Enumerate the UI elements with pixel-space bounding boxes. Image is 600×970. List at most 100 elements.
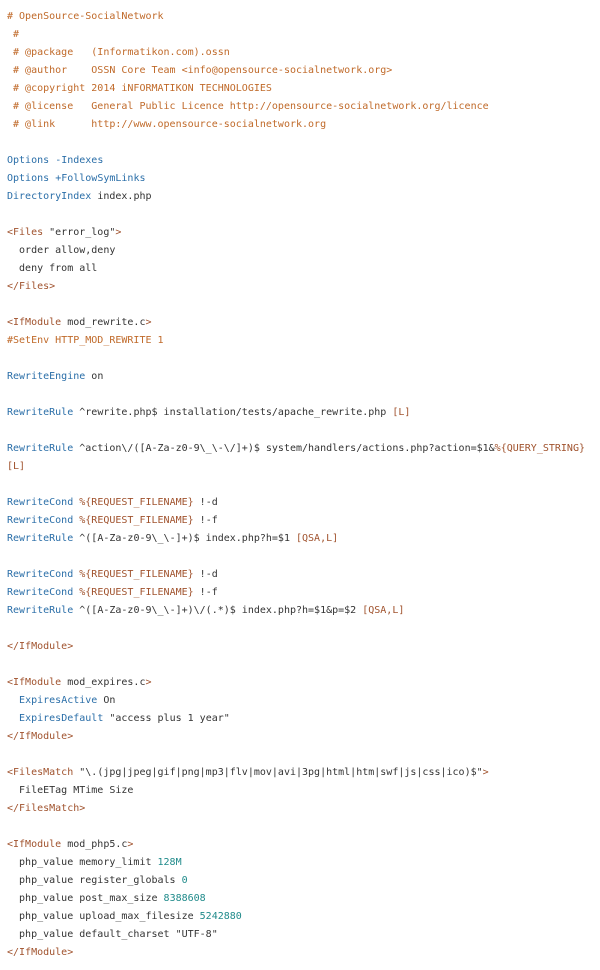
code-token-comment: # @package (Informatikon.com).ossn (7, 47, 230, 58)
code-token-plain: !-f (193, 587, 218, 598)
code-token-plain: mod_rewrite.c (61, 317, 146, 328)
code-line: ExpiresDefault "access plus 1 year" (7, 710, 597, 728)
code-token-directive: RewriteEngine (7, 371, 86, 382)
code-line: # @author OSSN Core Team <info@opensourc… (7, 62, 597, 80)
code-token-directive: Options (7, 173, 50, 184)
code-line: <IfModule mod_expires.c> (7, 674, 597, 692)
code-token-tag: </IfModule> (7, 731, 74, 742)
code-token-plain: "access plus 1 year" (103, 713, 230, 724)
code-token-directive: ExpiresActive (19, 695, 98, 706)
code-token-tag: <IfModule (7, 677, 62, 688)
code-token-tag: </IfModule> (7, 641, 74, 652)
code-line: php_value register_globals 0 (7, 872, 597, 890)
code-token-directive: RewriteRule (7, 605, 74, 616)
code-token-flag: [QSA,L] (296, 533, 339, 544)
code-token-directive: DirectoryIndex (7, 191, 92, 202)
code-token-comment: # @license General Public Licence http:/… (7, 101, 489, 112)
code-line: #SetEnv HTTP_MOD_REWRITE 1 (7, 332, 597, 350)
code-line: <IfModule mod_rewrite.c> (7, 314, 597, 332)
code-token-plain: on (85, 371, 104, 382)
code-line: RewriteCond %{REQUEST_FILENAME} !-f (7, 512, 597, 530)
code-line: Options -Indexes (7, 152, 597, 170)
code-token-tag: <Files (7, 227, 44, 238)
code-token-plain: ^action\/([A-Za-z0-9\_\-\/]+)$ system/ha… (73, 443, 495, 454)
code-token-tag: > (145, 317, 152, 328)
code-token-var: %{QUERY_STRING} (494, 443, 585, 454)
code-token-tag: </FilesMatch> (7, 803, 86, 814)
code-line: # @package (Informatikon.com).ossn (7, 44, 597, 62)
code-token-plain: index.php (91, 191, 152, 202)
code-line: Options +FollowSymLinks (7, 170, 597, 188)
code-line: </Files> (7, 278, 597, 296)
code-token-comment: #SetEnv HTTP_MOD_REWRITE 1 (7, 335, 164, 346)
code-token-flag: [QSA,L] (362, 605, 405, 616)
code-line: # @copyright 2014 iNFORMATIKON TECHNOLOG… (7, 80, 597, 98)
code-token-number: 5242880 (199, 911, 242, 922)
code-token-plain: !-f (193, 515, 218, 526)
code-token-number: 0 (181, 875, 188, 886)
code-line: deny from all (7, 260, 597, 278)
code-token-tag: <IfModule (7, 317, 62, 328)
code-token-directive: RewriteRule (7, 407, 74, 418)
code-token-plain: "error_log" (43, 227, 116, 238)
code-line: php_value post_max_size 8388608 (7, 890, 597, 908)
code-line: ExpiresActive On (7, 692, 597, 710)
code-token-number: 128M (157, 857, 182, 868)
code-line: [L] (7, 458, 597, 476)
code-token-flag: [L] (7, 461, 26, 472)
code-line: RewriteEngine on (7, 368, 597, 386)
code-token-tag: <IfModule (7, 839, 62, 850)
code-token-plain: !-d (193, 569, 218, 580)
code-token-directive: -Indexes (55, 155, 104, 166)
code-line: RewriteRule ^action\/([A-Za-z0-9\_\-\/]+… (7, 440, 597, 458)
code-line: RewriteRule ^rewrite.php$ installation/t… (7, 404, 597, 422)
code-line: </IfModule> (7, 944, 597, 962)
code-token-plain: ^rewrite.php$ installation/tests/apache_… (73, 407, 393, 418)
code-token-plain: mod_php5.c (61, 839, 128, 850)
code-token-number: 8388608 (163, 893, 206, 904)
code-token-directive: RewriteCond (7, 497, 74, 508)
code-token-tag: > (115, 227, 122, 238)
code-line: # @link http://www.opensource-socialnetw… (7, 116, 597, 134)
code-line: php_value memory_limit 128M (7, 854, 597, 872)
code-line: RewriteRule ^([A-Za-z0-9\_\-]+)\/(.*)$ i… (7, 602, 597, 620)
code-token-plain: "\.(jpg|jpeg|gif|png|mp3|flv|mov|avi|3pg… (73, 767, 483, 778)
code-token-tag: </Files> (7, 281, 56, 292)
code-line: # (7, 26, 597, 44)
code-line: RewriteCond %{REQUEST_FILENAME} !-d (7, 494, 597, 512)
code-token-directive: RewriteCond (7, 587, 74, 598)
code-token-directive: Options (7, 155, 50, 166)
code-token-plain: ^([A-Za-z0-9\_\-]+)$ index.php?h=$1 (73, 533, 296, 544)
code-line: <Files "error_log"> (7, 224, 597, 242)
code-token-tag: <FilesMatch (7, 767, 74, 778)
code-token-tag: > (145, 677, 152, 688)
code-token-plain: FileETag MTime Size (7, 785, 134, 796)
code-token-comment: # @author OSSN Core Team <info@opensourc… (7, 65, 393, 76)
code-line: # OpenSource-SocialNetwork (7, 8, 597, 26)
code-line: </FilesMatch> (7, 800, 597, 818)
code-line: php_value upload_max_filesize 5242880 (7, 908, 597, 926)
code-token-var: %{REQUEST_FILENAME} (79, 497, 194, 508)
code-token-plain: php_value register_globals (7, 875, 182, 886)
code-token-plain: php_value memory_limit (7, 857, 158, 868)
code-token-tag: > (127, 839, 134, 850)
code-line: php_value default_charset "UTF-8" (7, 926, 597, 944)
code-line: DirectoryIndex index.php (7, 188, 597, 206)
code-line: <FilesMatch "\.(jpg|jpeg|gif|png|mp3|flv… (7, 764, 597, 782)
code-line: # @license General Public Licence http:/… (7, 98, 597, 116)
code-token-var: %{REQUEST_FILENAME} (79, 515, 194, 526)
code-token-var: %{REQUEST_FILENAME} (79, 587, 194, 598)
code-token-comment: # (7, 29, 20, 40)
code-token-plain: mod_expires.c (61, 677, 146, 688)
code-token-plain: ^([A-Za-z0-9\_\-]+)\/(.*)$ index.php?h=$… (73, 605, 363, 616)
code-token-directive: RewriteCond (7, 515, 74, 526)
code-line: RewriteCond %{REQUEST_FILENAME} !-d (7, 566, 597, 584)
